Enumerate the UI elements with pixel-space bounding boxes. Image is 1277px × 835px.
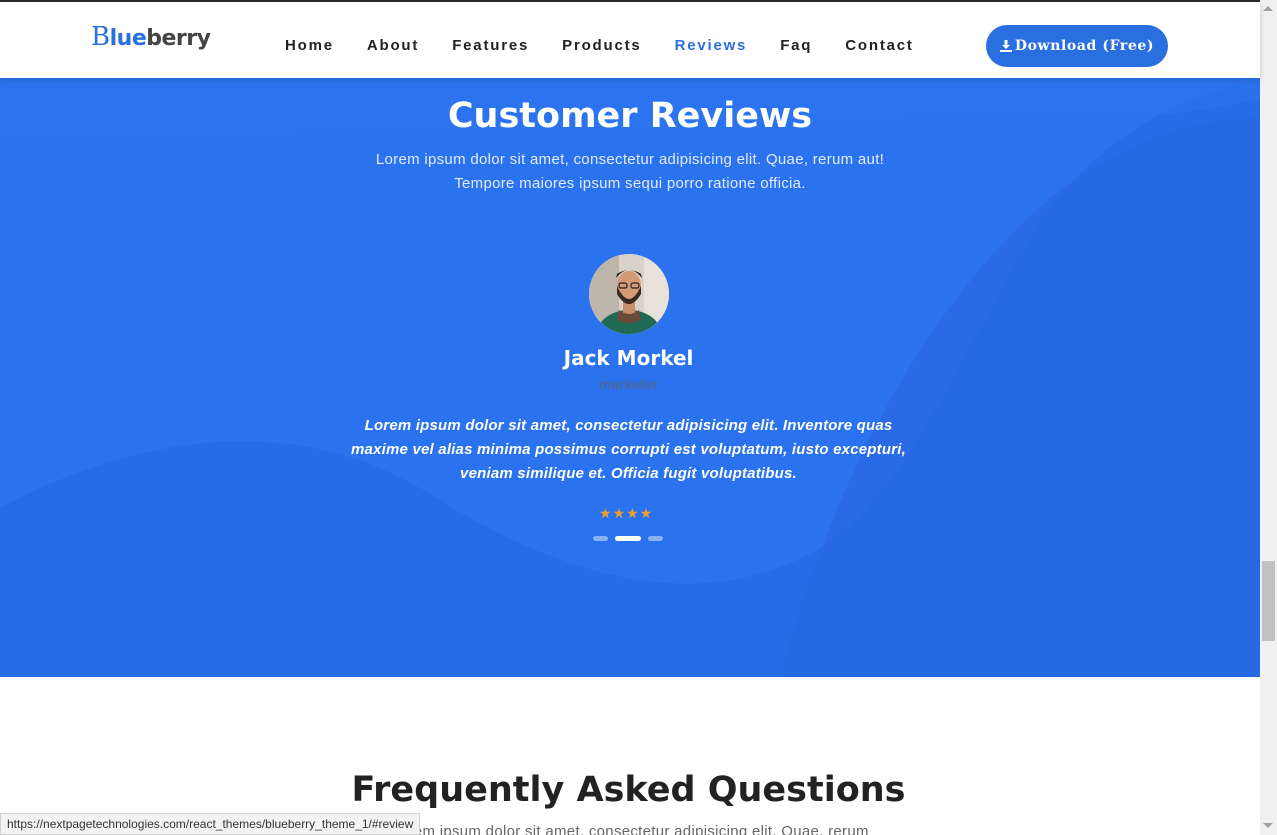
download-label: Download (Free) (1014, 38, 1155, 54)
nav-contact[interactable]: Contact (845, 37, 913, 54)
scroll-up-arrow-icon[interactable] (1263, 6, 1273, 11)
logo-text: berry (146, 26, 211, 51)
star-icon: ★ (639, 506, 653, 522)
download-icon (999, 40, 1012, 52)
carousel-dot[interactable] (648, 536, 663, 541)
avatar-portrait (589, 254, 669, 334)
nav-about[interactable]: About (367, 37, 419, 54)
download-button[interactable]: Download (Free) (986, 25, 1168, 67)
status-url: https://nextpagetechnologies.com/react_t… (0, 813, 421, 835)
scrollbar-thumb[interactable] (1262, 561, 1275, 641)
reviews-section: Customer Reviews Lorem ipsum dolor sit a… (0, 78, 1260, 677)
faq-subtitle: Lorem ipsum dolor sit amet, consectetur … (391, 823, 869, 835)
logo-accent-text: lue (109, 26, 147, 51)
review-quote: Lorem ipsum dolor sit amet, consectetur … (351, 417, 906, 482)
rating-stars: ★ ★ ★ ★ (599, 506, 653, 522)
star-icon: ★ (612, 506, 626, 522)
reviewer-name: Jack Morkel (563, 346, 694, 370)
navbar: Blueberry Home About Features Products R… (0, 2, 1260, 78)
carousel-dot[interactable] (593, 536, 608, 541)
star-icon: ★ (599, 506, 612, 522)
nav-reviews[interactable]: Reviews (675, 37, 748, 54)
section-title: Customer Reviews (447, 96, 813, 136)
scroll-down-arrow-icon[interactable] (1263, 823, 1273, 828)
logo-letter: B (91, 22, 110, 52)
carousel-dot[interactable] (615, 536, 641, 541)
nav-faq[interactable]: Faq (780, 37, 812, 54)
main-nav: Home About Features Products Reviews Faq… (285, 37, 947, 54)
faq-title: Frequently Asked Questions (351, 770, 906, 810)
carousel-dots (593, 536, 670, 541)
reviewer-avatar (589, 254, 669, 334)
nav-products[interactable]: Products (562, 37, 641, 54)
scrollbar-track[interactable] (1260, 0, 1277, 835)
nav-home[interactable]: Home (285, 37, 334, 54)
nav-features[interactable]: Features (452, 37, 529, 54)
star-icon: ★ (626, 506, 639, 522)
brand-logo[interactable]: Blueberry (91, 22, 211, 52)
reviewer-role: marketer (598, 376, 659, 392)
section-subtitle: Lorem ipsum dolor sit amet, consectetur … (375, 151, 885, 192)
